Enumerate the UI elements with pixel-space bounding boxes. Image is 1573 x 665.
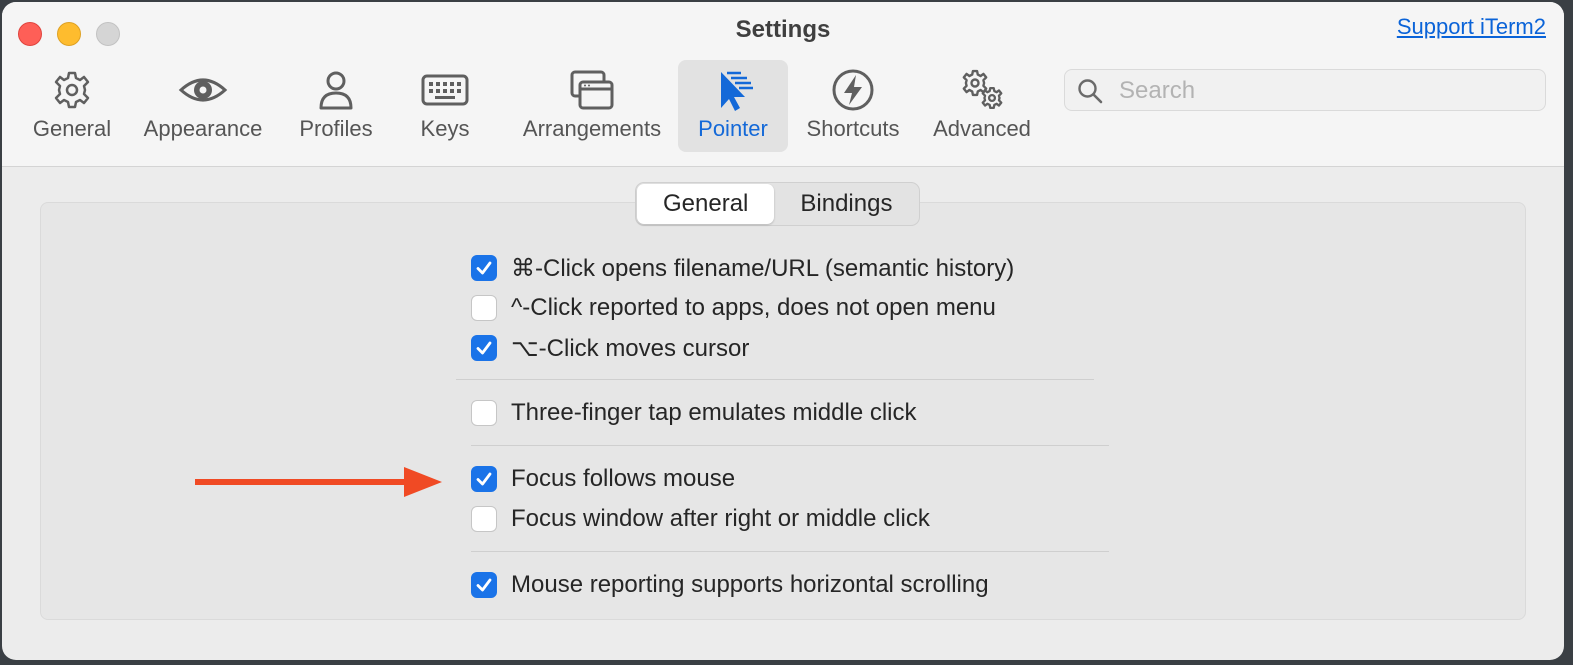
toolbar-profiles[interactable]: Profiles xyxy=(288,60,384,152)
option-label: Focus follows mouse xyxy=(511,465,736,492)
separator xyxy=(471,551,1109,552)
checkmark-icon xyxy=(476,472,492,486)
toolbar-item-label: Profiles xyxy=(299,116,373,141)
option-label: ^-Click reported to apps, does not open … xyxy=(511,294,996,321)
gears-icon xyxy=(924,66,1040,114)
checkbox-unchecked[interactable] xyxy=(471,295,497,321)
toolbar-item-label: General xyxy=(32,116,112,141)
checkbox-unchecked[interactable] xyxy=(471,506,497,532)
option-horizontal-scrolling[interactable]: Mouse reporting supports horizontal scro… xyxy=(471,570,989,600)
tab-general[interactable]: General xyxy=(637,184,775,224)
checkbox-checked[interactable] xyxy=(471,466,497,492)
keyboard-icon xyxy=(400,66,490,114)
window-title: Settings xyxy=(735,16,831,43)
segmented-control: General Bindings xyxy=(635,182,921,226)
checkmark-icon xyxy=(476,578,492,592)
checkmark-icon xyxy=(476,341,492,355)
person-icon xyxy=(288,66,384,114)
toolbar: Settings Support iTerm2 General Appearan… xyxy=(2,2,1564,167)
toolbar-appearance[interactable]: Appearance xyxy=(138,60,268,152)
windows-icon xyxy=(512,66,672,114)
option-three-finger-tap[interactable]: Three-finger tap emulates middle click xyxy=(471,398,917,428)
toolbar-general[interactable]: General xyxy=(24,60,120,152)
gear-icon xyxy=(24,66,120,114)
toolbar-item-label: Advanced xyxy=(933,116,1031,141)
toolbar-shortcuts[interactable]: Shortcuts xyxy=(798,60,908,152)
option-focus-window-after-click[interactable]: Focus window after right or middle click xyxy=(471,504,930,534)
checkbox-checked[interactable] xyxy=(471,572,497,598)
eye-icon xyxy=(138,66,268,114)
toolbar-item-label: Appearance xyxy=(143,116,263,141)
search-input[interactable] xyxy=(1117,74,1531,108)
toolbar-keys[interactable]: Keys xyxy=(400,60,490,152)
toolbar-pointer[interactable]: Pointer xyxy=(678,60,788,152)
checkbox-checked[interactable] xyxy=(471,335,497,361)
separator xyxy=(456,379,1094,380)
option-opt-click-moves-cursor[interactable]: ⌥-Click moves cursor xyxy=(471,333,749,363)
option-label: ⌥-Click moves cursor xyxy=(511,334,750,362)
option-ctrl-click-reported[interactable]: ^-Click reported to apps, does not open … xyxy=(471,293,996,323)
settings-window: Settings Support iTerm2 General Appearan… xyxy=(2,2,1564,660)
toolbar-item-label: Keys xyxy=(420,116,470,141)
option-label: Mouse reporting supports horizontal scro… xyxy=(511,571,989,598)
option-label: Focus window after right or middle click xyxy=(511,505,930,532)
pointer-icon xyxy=(678,66,788,114)
toolbar-item-label: Shortcuts xyxy=(806,116,900,141)
toolbar-item-label: Pointer xyxy=(698,116,768,141)
toolbar-item-label: Arrangements xyxy=(522,116,662,141)
option-focus-follows-mouse[interactable]: Focus follows mouse xyxy=(471,464,735,494)
search-icon xyxy=(1078,79,1103,104)
checkbox-unchecked[interactable] xyxy=(471,400,497,426)
toolbar-advanced[interactable]: Advanced xyxy=(924,60,1040,152)
toolbar-arrangements[interactable]: Arrangements xyxy=(512,60,672,152)
bolt-icon xyxy=(798,66,908,114)
option-cmd-click-semantic-history[interactable]: ⌘-Click opens filename/URL (semantic his… xyxy=(471,253,1014,283)
annotation-arrow-icon xyxy=(195,467,442,497)
option-label: ⌘-Click opens filename/URL (semantic his… xyxy=(511,254,1015,282)
separator xyxy=(471,445,1109,446)
checkmark-icon xyxy=(476,261,492,275)
search-field[interactable] xyxy=(1064,69,1546,111)
tab-bindings[interactable]: Bindings xyxy=(774,184,918,224)
support-link[interactable]: Support iTerm2 xyxy=(1397,14,1546,40)
checkbox-checked[interactable] xyxy=(471,255,497,281)
option-label: Three-finger tap emulates middle click xyxy=(511,399,917,426)
